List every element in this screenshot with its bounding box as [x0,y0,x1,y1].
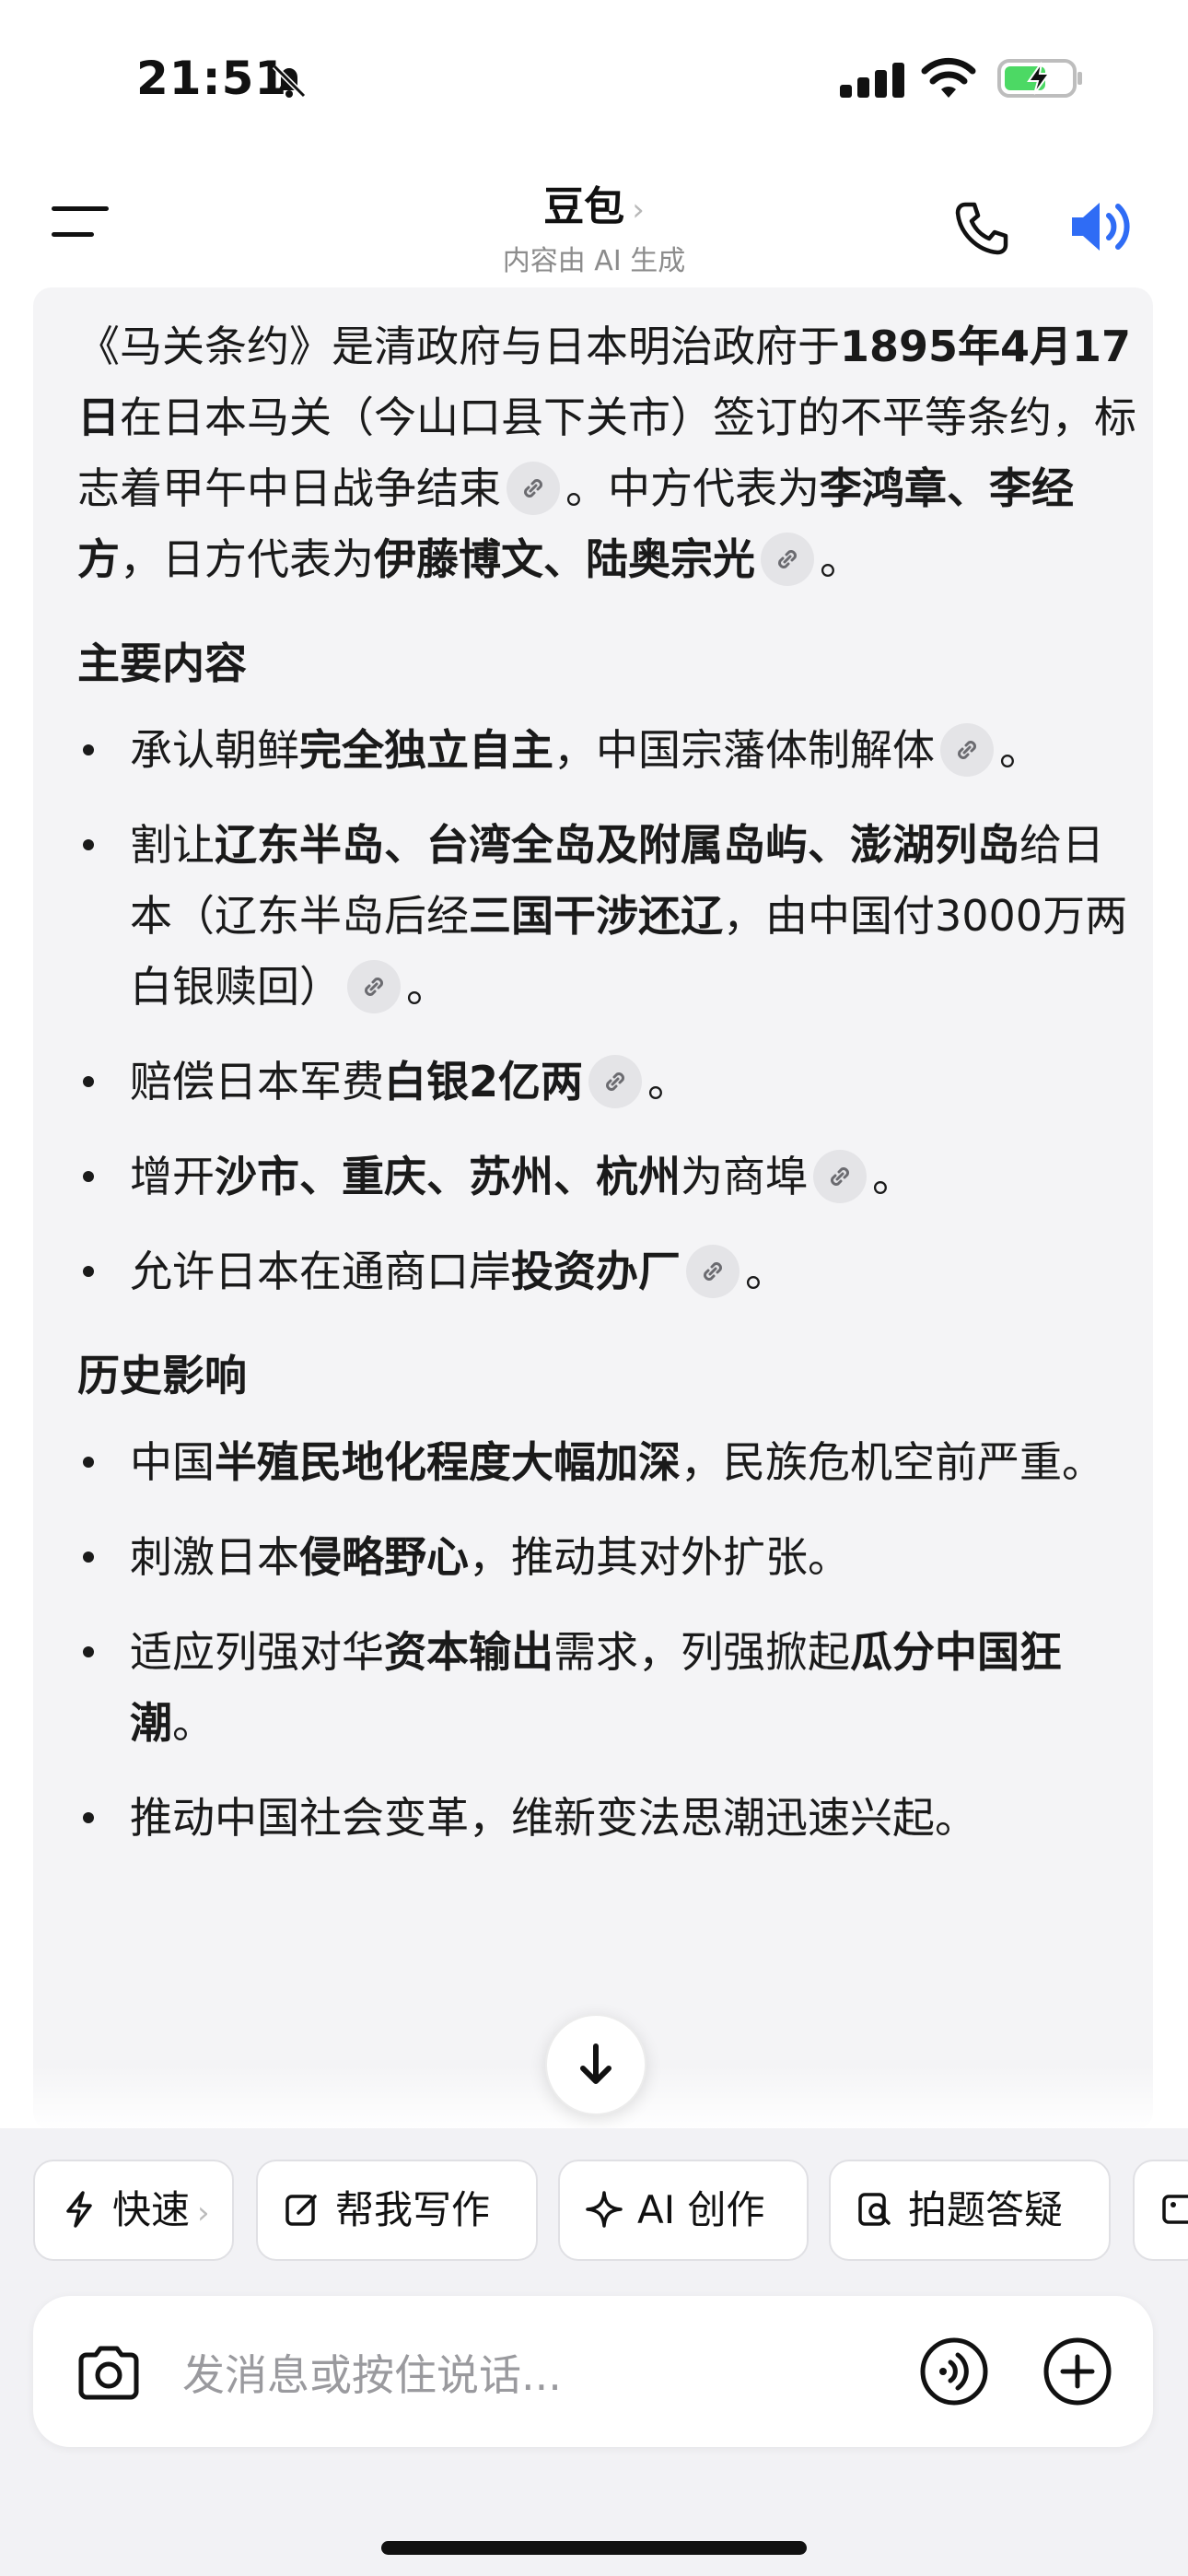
list-item: 刺激日本侵略野心，推动其对外扩张。 [77,1522,1136,1593]
bell-slash-icon [272,64,307,99]
status-time: 21:51 [136,52,288,105]
main-content-list: 承认朝鲜完全独立自主，中国宗藩体制解体。 割让辽东半岛、台湾全岛及附属岛屿、澎湖… [77,715,1136,1307]
list-item: 增开沙市、重庆、苏州、杭州为商埠。 [77,1142,1136,1212]
top-nav: 豆包 › 内容由 AI 生成 [0,166,1188,286]
impact-list: 中国半殖民地化程度大幅加深，民族危机空前严重。 刺激日本侵略野心，推动其对外扩张… [77,1427,1136,1854]
image-icon [1162,2194,1188,2224]
list-item: 适应列强对华资本输出需求，列强掀起瓜分中国狂潮。 [77,1617,1136,1759]
link-icon[interactable] [761,532,814,586]
arrow-down-icon [580,2043,611,2084]
status-bar: 21:51 [0,0,1188,157]
list-item: 允许日本在通商口岸投资办厂。 [77,1236,1136,1307]
link-icon[interactable] [686,1244,740,1298]
wifi-icon [921,57,976,98]
quick-action-ai-create[interactable]: AI 创作 [558,2160,809,2261]
ai-response-content: 《马关条约》是清政府与日本明治政府于1895年4月17日在日本马关（今山口县下关… [77,311,1136,1878]
link-icon[interactable] [813,1149,867,1203]
message-input-bar[interactable]: 发消息或按住说话... [33,2296,1153,2447]
text: 《马关条约》是清政府与日本明治政府于 [77,322,840,371]
plus-icon[interactable] [1042,2336,1112,2406]
phone-call-icon[interactable] [952,199,1011,258]
text: 。中方代表为 [565,463,820,513]
sparkle-icon [586,2190,623,2228]
composer-area: 快速 › 帮我写作 AI 创作 拍题答疑 发消息或按住说话... [0,2128,1188,2576]
voice-wave-icon[interactable] [919,2336,989,2406]
page-title: 豆包 [543,183,625,230]
link-icon[interactable] [940,722,994,777]
camera-icon[interactable] [76,2344,142,2401]
list-item: 承认朝鲜完全独立自主，中国宗藩体制解体。 [77,715,1136,786]
chevron-right-icon: › [197,2195,210,2231]
ai-response-card: 《马关条约》是清政府与日本明治政府于1895年4月17日在日本马关（今山口县下关… [33,287,1153,2130]
search-doc-icon [858,2192,891,2226]
edit-icon [285,2194,317,2226]
link-icon[interactable] [347,959,401,1013]
intro-paragraph: 《马关条约》是清政府与日本明治政府于1895年4月17日在日本马关（今山口县下关… [77,311,1136,595]
home-indicator [381,2541,807,2555]
lightning-icon [66,2190,92,2228]
link-icon[interactable] [588,1054,643,1108]
message-input[interactable]: 发消息或按住说话... [182,2342,562,2403]
list-item: 赔偿日本军费白银2亿两。 [77,1047,1136,1118]
scroll-to-bottom-button[interactable] [545,2014,646,2115]
quick-action-more[interactable] [1133,2160,1188,2261]
section-heading: 历史影响 [77,1351,247,1400]
cellular-signal-icon [840,61,904,98]
text: ，日方代表为 [120,534,374,584]
chevron-right-icon: › [632,192,645,228]
section-heading: 主要内容 [77,638,247,688]
text: 。 [820,534,862,584]
battery-charging-icon [997,59,1082,98]
list-item: 中国半殖民地化程度大幅加深，民族危机空前严重。 [77,1427,1136,1498]
quick-action-writing[interactable]: 帮我写作 [256,2160,538,2261]
link-icon[interactable] [507,461,560,515]
bold-text: 伊藤博文、陆奥宗光 [374,534,755,584]
speaker-icon[interactable] [1068,197,1142,256]
quick-action-fast[interactable]: 快速 › [33,2160,234,2261]
list-item: 推动中国社会变革，维新变法思潮迅速兴起。 [77,1783,1136,1854]
quick-action-photo-question[interactable]: 拍题答疑 [829,2160,1111,2261]
list-item: 割让辽东半岛、台湾全岛及附属岛屿、澎湖列岛给日本（辽东半岛后经三国干涉还辽，由中… [77,810,1136,1023]
